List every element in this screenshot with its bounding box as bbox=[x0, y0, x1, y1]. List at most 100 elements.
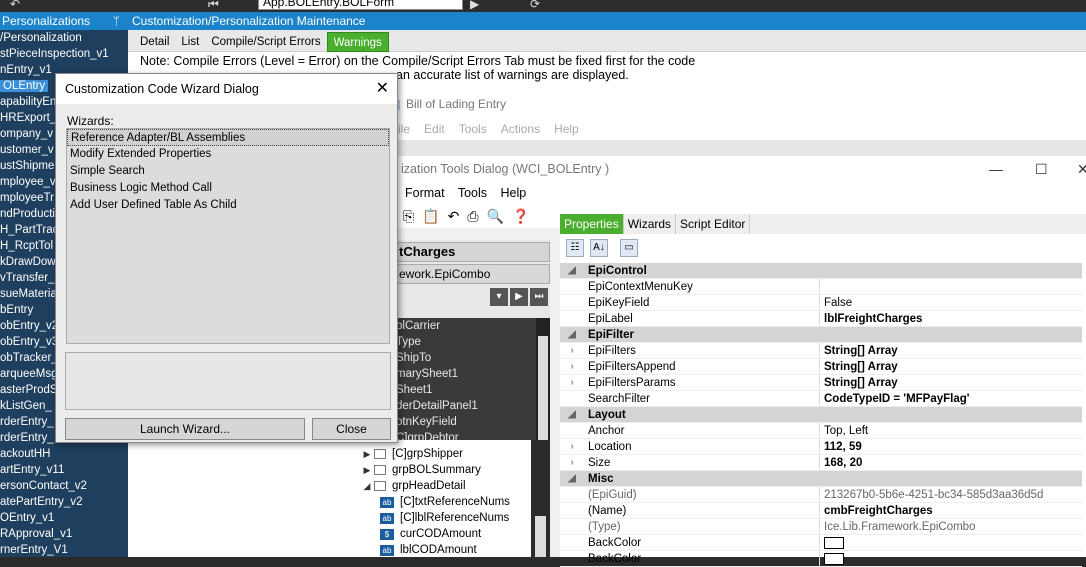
color-swatch[interactable] bbox=[824, 536, 844, 549]
print-icon[interactable]: ⎙ bbox=[467, 208, 478, 225]
expand-icon[interactable]: › bbox=[560, 439, 584, 454]
expand-icon[interactable]: ◢ bbox=[360, 478, 374, 494]
property-row[interactable]: › EpiFiltersParams String[] Array bbox=[560, 375, 1082, 391]
tree-item[interactable]: ShipTo bbox=[390, 350, 550, 366]
property-value[interactable] bbox=[820, 535, 1082, 550]
property-value[interactable]: Ice.Lib.Framework.EpiCombo bbox=[820, 519, 1082, 534]
property-row[interactable]: Anchor Top, Left bbox=[560, 423, 1082, 439]
bol-menu-item[interactable]: ile bbox=[398, 122, 410, 136]
property-value[interactable]: Top, Left bbox=[820, 423, 1082, 438]
color-swatch[interactable] bbox=[824, 552, 844, 565]
property-category[interactable]: ◢ Misc bbox=[560, 471, 1082, 487]
tree-item[interactable]: ab [C]txtReferenceNums bbox=[360, 494, 550, 510]
personalization-item[interactable]: stPieceInspection_v1 bbox=[0, 46, 128, 62]
launch-wizard-button[interactable]: Launch Wizard... bbox=[65, 418, 305, 440]
copy-icon[interactable]: ⎘ bbox=[403, 208, 414, 225]
wizard-list-item[interactable]: Simple Search bbox=[67, 163, 389, 180]
tab-properties[interactable]: Properties bbox=[560, 214, 624, 234]
collapse-icon[interactable]: ◢ bbox=[560, 407, 584, 422]
tree-item[interactable]: ab lblCODAmount bbox=[360, 542, 550, 557]
wizard-list-item[interactable]: Business Logic Method Call bbox=[67, 180, 389, 197]
property-row[interactable]: (Name) cmbFreightCharges bbox=[560, 503, 1082, 519]
property-value[interactable]: lblFreightCharges bbox=[820, 311, 1082, 326]
scroll-thumb[interactable] bbox=[535, 516, 546, 557]
refresh-icon[interactable]: ⟳ bbox=[530, 0, 540, 11]
tree-item[interactable]: blCarrier bbox=[390, 318, 550, 334]
property-row[interactable]: BackColor bbox=[560, 551, 1082, 567]
property-value[interactable]: cmbFreightCharges bbox=[820, 503, 1082, 518]
collapse-icon[interactable]: ◢ bbox=[560, 471, 584, 486]
property-row[interactable]: › Size 168, 20 bbox=[560, 455, 1082, 471]
property-value[interactable]: 168, 20 bbox=[820, 455, 1082, 470]
bol-menu-item[interactable]: Edit bbox=[424, 122, 445, 136]
expand-icon[interactable]: › bbox=[560, 343, 584, 358]
property-pages-icon[interactable]: ▭ bbox=[620, 239, 638, 257]
expand-icon[interactable]: › bbox=[560, 375, 584, 390]
maximize-icon[interactable]: ☐ bbox=[1035, 156, 1048, 182]
property-category[interactable]: ◢ Layout bbox=[560, 407, 1082, 423]
tree-item[interactable]: Type bbox=[390, 334, 550, 350]
preview-icon[interactable]: 🔍 bbox=[487, 208, 504, 225]
tree-item[interactable]: $ curCODAmount bbox=[360, 526, 550, 542]
property-row[interactable]: (EpiGuid) 213267b0-5b6e-4251-bc34-585d3aa… bbox=[560, 487, 1082, 503]
menu-format[interactable]: Format bbox=[405, 186, 445, 200]
wizard-list-item[interactable]: Modify Extended Properties bbox=[67, 146, 389, 163]
property-row[interactable]: (Type) Ice.Lib.Framework.EpiCombo bbox=[560, 519, 1082, 535]
expand-icon[interactable]: › bbox=[560, 455, 584, 470]
tab-compile-errors[interactable]: Compile/Script Errors bbox=[205, 32, 326, 52]
property-value[interactable]: 213267b0-5b6e-4251-bc34-585d3aa36d5d bbox=[820, 487, 1082, 502]
property-row[interactable]: EpiKeyField False bbox=[560, 295, 1082, 311]
property-value[interactable] bbox=[820, 279, 1082, 294]
property-row[interactable]: EpiLabel lblFreightCharges bbox=[560, 311, 1082, 327]
tab-wizards[interactable]: Wizards bbox=[624, 214, 677, 234]
collapse-icon[interactable]: ◢ bbox=[560, 263, 584, 278]
personalization-item[interactable]: RApproval_v1 bbox=[0, 526, 128, 542]
nav-icon[interactable]: ⏮ bbox=[208, 0, 219, 12]
tab-script-editor[interactable]: Script Editor bbox=[676, 214, 751, 234]
play-icon[interactable]: ▶ bbox=[470, 0, 479, 11]
tree-item[interactable]: Sheet1 bbox=[390, 382, 550, 398]
categorized-icon[interactable]: ☷ bbox=[566, 239, 584, 257]
tree-lower-scrollbar[interactable] bbox=[531, 440, 550, 557]
menu-tools[interactable]: Tools bbox=[458, 186, 487, 200]
personalization-item[interactable]: artEntry_v11 bbox=[0, 462, 128, 478]
personalization-item[interactable]: ackoutHH bbox=[0, 446, 128, 462]
tab-list[interactable]: List bbox=[175, 32, 205, 52]
expand-icon[interactable]: ▶ bbox=[360, 462, 374, 478]
property-row[interactable]: SearchFilter CodeTypeID = 'MFPayFlag' bbox=[560, 391, 1082, 407]
property-value[interactable]: CodeTypeID = 'MFPayFlag' bbox=[820, 391, 1082, 406]
control-type-field[interactable]: ework.EpiCombo bbox=[390, 264, 550, 284]
property-row[interactable]: › EpiFiltersAppend String[] Array bbox=[560, 359, 1082, 375]
personalization-item[interactable]: ersonContact_v2 bbox=[0, 478, 128, 494]
tree-item[interactable]: ab [C]lblReferenceNums bbox=[360, 510, 550, 526]
wizard-list-item[interactable]: Reference Adapter/BL Assemblies bbox=[67, 129, 389, 146]
undo-icon[interactable]: ↶ bbox=[10, 0, 20, 11]
personalization-item[interactable]: atePartEntry_v2 bbox=[0, 494, 128, 510]
undo-icon[interactable]: ↶ bbox=[448, 208, 460, 225]
control-name-field[interactable]: tCharges bbox=[390, 242, 550, 262]
collapse-icon[interactable]: ◢ bbox=[560, 327, 584, 342]
property-category[interactable]: ◢ EpiFilter bbox=[560, 327, 1082, 343]
sort-az-icon[interactable]: A↓ bbox=[590, 239, 608, 257]
personalization-item[interactable]: /Personalization bbox=[0, 30, 128, 46]
property-value[interactable]: String[] Array bbox=[820, 359, 1082, 374]
tree-item[interactable]: otnKeyField bbox=[390, 414, 550, 430]
property-row[interactable]: EpiContextMenuKey bbox=[560, 279, 1082, 295]
bol-menu-item[interactable]: Help bbox=[554, 122, 579, 136]
property-value[interactable] bbox=[820, 551, 1082, 566]
property-row[interactable]: › Location 112, 59 bbox=[560, 439, 1082, 455]
wizard-list-item[interactable]: Add User Defined Table As Child bbox=[67, 197, 389, 214]
close-button[interactable]: Close bbox=[312, 418, 391, 440]
wizards-list[interactable]: Reference Adapter/BL Assemblies Modify Ex… bbox=[66, 128, 390, 344]
tree-item[interactable]: derDetailPanel1 bbox=[390, 398, 550, 414]
next-icon[interactable]: ▶ bbox=[510, 288, 528, 306]
personalization-item[interactable]: rnerEntry_V1 bbox=[0, 542, 128, 557]
paste-icon[interactable]: 📋 bbox=[422, 208, 439, 225]
tree-item[interactable]: marySheet1 bbox=[390, 366, 550, 382]
last-icon[interactable]: ⏭ bbox=[530, 288, 548, 306]
tree-item[interactable]: ▶ grpBOLSummary bbox=[360, 462, 550, 478]
tab-detail[interactable]: Detail bbox=[134, 32, 175, 52]
property-value[interactable]: String[] Array bbox=[820, 343, 1082, 358]
assembly-input[interactable]: App.BOLEntry.BOLForm bbox=[258, 0, 463, 10]
close-icon[interactable]: ✕ bbox=[1077, 156, 1086, 182]
